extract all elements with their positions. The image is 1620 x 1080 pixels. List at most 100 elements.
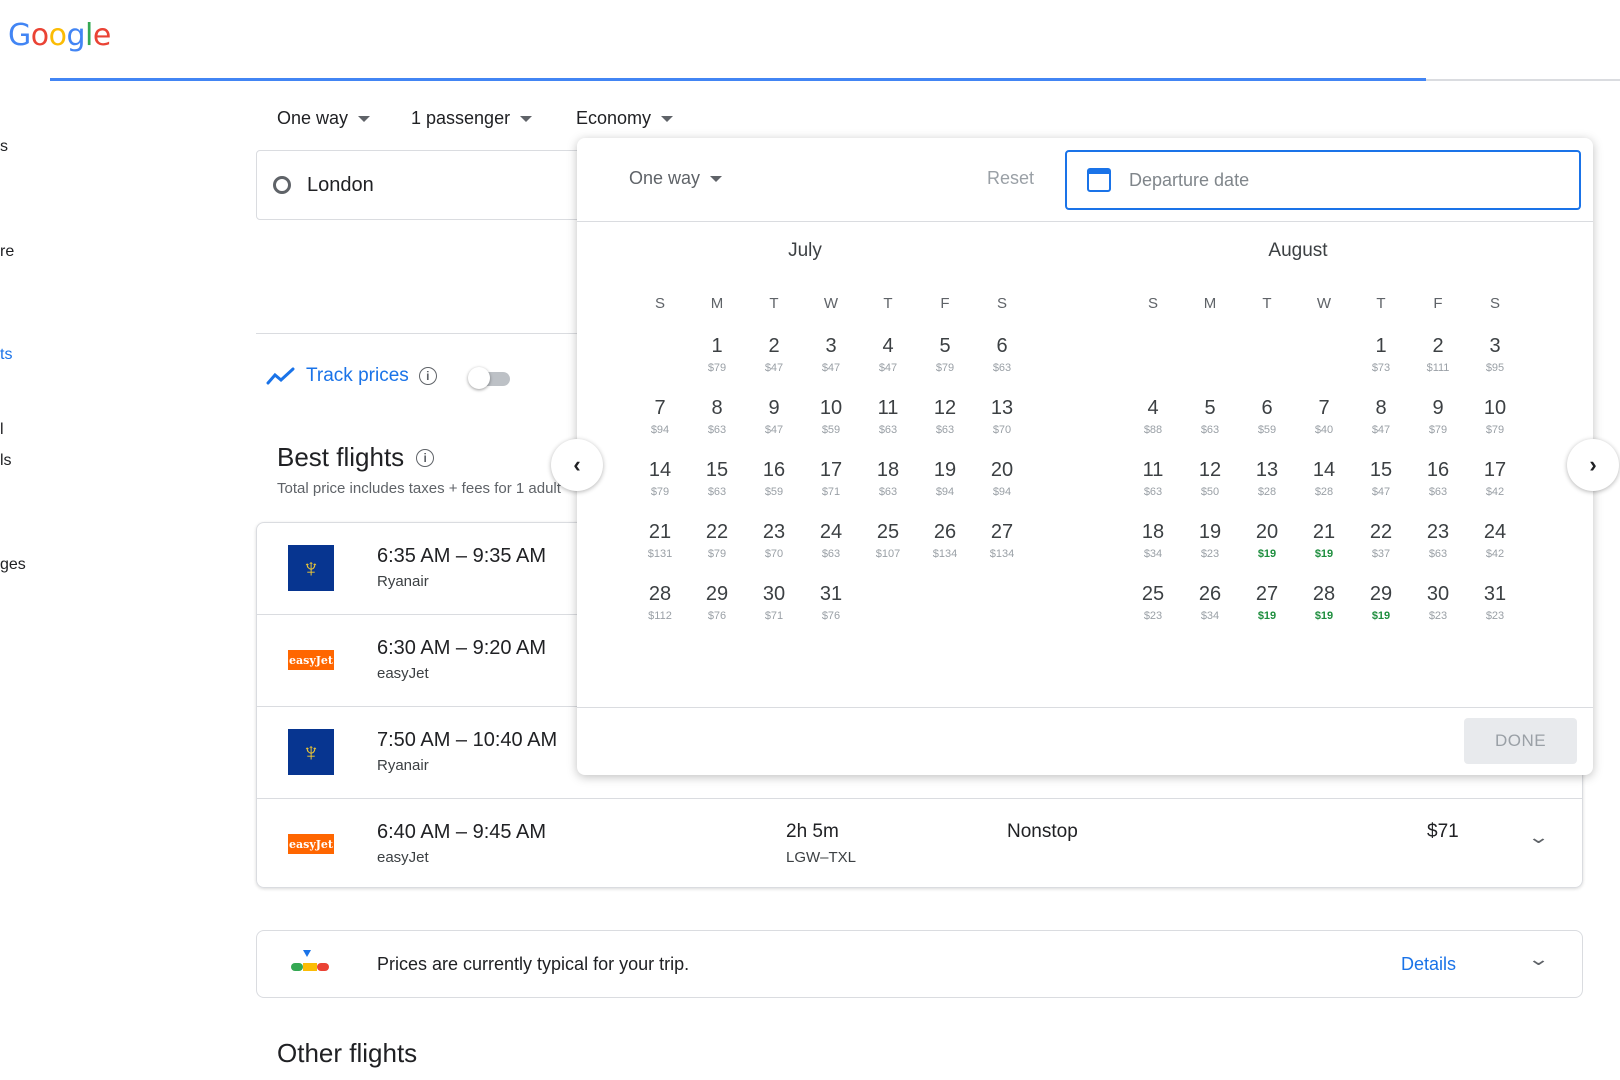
day-number: 6 bbox=[996, 335, 1008, 357]
day-number: 20 bbox=[990, 459, 1014, 481]
calendar-day[interactable]: 31 $23 bbox=[1469, 583, 1521, 622]
calendar-day[interactable]: 12 $63 bbox=[919, 397, 971, 436]
calendar-day[interactable]: 8 $47 bbox=[1355, 397, 1407, 436]
reset-button[interactable]: Reset bbox=[987, 168, 1034, 189]
day-price: $63 bbox=[1428, 548, 1448, 560]
previous-month-button[interactable]: ‹ bbox=[551, 439, 603, 491]
calendar-day[interactable]: 6 $63 bbox=[976, 335, 1028, 374]
calendar-day[interactable]: 11 $63 bbox=[862, 397, 914, 436]
calendar-day[interactable]: 28 $112 bbox=[634, 583, 686, 622]
calendar-day[interactable]: 9 $47 bbox=[748, 397, 800, 436]
calendar-day[interactable]: 3 $47 bbox=[805, 335, 857, 374]
departure-date-input[interactable]: Departure date bbox=[1065, 150, 1581, 210]
calendar-day[interactable]: 9 $79 bbox=[1412, 397, 1464, 436]
calendar-day[interactable]: 13 $28 bbox=[1241, 459, 1293, 498]
calendar-day[interactable]: 12 $50 bbox=[1184, 459, 1236, 498]
calendar-day[interactable]: 25 $23 bbox=[1127, 583, 1179, 622]
passengers-dropdown[interactable]: 1 passenger bbox=[411, 108, 533, 129]
day-number: 2 bbox=[768, 335, 780, 357]
calendar-day[interactable]: 7 $40 bbox=[1298, 397, 1350, 436]
best-flights-title: Best flights bbox=[277, 442, 405, 472]
next-month-button[interactable]: › bbox=[1567, 439, 1619, 491]
calendar-day[interactable]: 19 $23 bbox=[1184, 521, 1236, 560]
calendar-day[interactable]: 17 $71 bbox=[805, 459, 857, 498]
calendar-day[interactable]: 31 $76 bbox=[805, 583, 857, 622]
sidebar-item[interactable]: ges bbox=[0, 556, 26, 574]
calendar-day[interactable]: 21 $19 bbox=[1298, 521, 1350, 560]
flight-row[interactable]: easyJet 6:40 AM – 9:45 AM easyJet 2h 5m … bbox=[257, 799, 1582, 887]
calendar-day[interactable]: 26 $134 bbox=[919, 521, 971, 560]
calendar-day[interactable]: 25 $107 bbox=[862, 521, 914, 560]
best-flights-subtitle: Total price includes taxes + fees for 1 … bbox=[277, 480, 561, 497]
flight-stops: Nonstop bbox=[1007, 821, 1078, 842]
calendar-day[interactable]: 1 $79 bbox=[691, 335, 743, 374]
day-price: $79 bbox=[1428, 424, 1448, 436]
google-logo[interactable]: Google bbox=[8, 18, 111, 53]
calendar-day[interactable]: 4 $47 bbox=[862, 335, 914, 374]
calendar-day[interactable]: 26 $34 bbox=[1184, 583, 1236, 622]
track-prices-toggle[interactable] bbox=[468, 367, 512, 389]
sidebar-item-active[interactable]: ts bbox=[0, 346, 12, 364]
calendar-day[interactable]: 8 $63 bbox=[691, 397, 743, 436]
origin-input[interactable]: London bbox=[256, 150, 596, 220]
done-button[interactable]: DONE bbox=[1464, 718, 1577, 764]
trip-type-dropdown[interactable]: One way bbox=[277, 108, 371, 129]
calendar-day[interactable]: 10 $79 bbox=[1469, 397, 1521, 436]
day-number: 3 bbox=[825, 335, 837, 357]
calendar-day[interactable]: 22 $37 bbox=[1355, 521, 1407, 560]
info-icon[interactable]: i bbox=[418, 367, 437, 385]
calendar-day[interactable]: 30 $23 bbox=[1412, 583, 1464, 622]
calendar-day[interactable]: 7 $94 bbox=[634, 397, 686, 436]
calendar-day[interactable]: 15 $63 bbox=[691, 459, 743, 498]
sidebar-item[interactable]: l bbox=[0, 421, 4, 439]
calendar-day[interactable]: 19 $94 bbox=[919, 459, 971, 498]
sidebar-item[interactable]: ls bbox=[0, 452, 12, 470]
calendar-day[interactable]: 13 $70 bbox=[976, 397, 1028, 436]
sidebar-item[interactable]: re bbox=[0, 243, 14, 261]
calendar-day[interactable]: 3 $95 bbox=[1469, 335, 1521, 374]
calendar-day[interactable]: 29 $76 bbox=[691, 583, 743, 622]
calendar-day[interactable]: 27 $19 bbox=[1241, 583, 1293, 622]
calendar-day[interactable]: 18 $63 bbox=[862, 459, 914, 498]
calendar-day[interactable]: 29 $19 bbox=[1355, 583, 1407, 622]
day-number: 3 bbox=[1489, 335, 1501, 357]
calendar-day[interactable]: 24 $63 bbox=[805, 521, 857, 560]
chevron-down-icon[interactable]: ⌄ bbox=[1527, 949, 1550, 970]
calendar-day[interactable]: 5 $79 bbox=[919, 335, 971, 374]
sidebar-item[interactable]: s bbox=[0, 138, 8, 156]
calendar-day[interactable]: 21 $131 bbox=[634, 521, 686, 560]
calendar-day[interactable]: 11 $63 bbox=[1127, 459, 1179, 498]
calendar-day[interactable]: 2 $111 bbox=[1412, 335, 1464, 374]
calendar-day[interactable]: 23 $63 bbox=[1412, 521, 1464, 560]
calendar-day[interactable]: 28 $19 bbox=[1298, 583, 1350, 622]
airline: easyJet bbox=[377, 849, 429, 866]
calendar-day[interactable]: 27 $134 bbox=[976, 521, 1028, 560]
calendar-day[interactable]: 24 $42 bbox=[1469, 521, 1521, 560]
trip-type-dropdown[interactable]: One way bbox=[629, 168, 723, 189]
info-icon[interactable]: i bbox=[416, 448, 435, 467]
cabin-dropdown[interactable]: Economy bbox=[576, 108, 674, 129]
chevron-down-icon[interactable]: ⌄ bbox=[1527, 827, 1550, 848]
calendar-day[interactable]: 20 $19 bbox=[1241, 521, 1293, 560]
calendar-day[interactable]: 14 $28 bbox=[1298, 459, 1350, 498]
calendar-day[interactable]: 5 $63 bbox=[1184, 397, 1236, 436]
calendar-day[interactable]: 16 $59 bbox=[748, 459, 800, 498]
calendar-day[interactable]: 1 $73 bbox=[1355, 335, 1407, 374]
day-price: $134 bbox=[989, 548, 1015, 560]
calendar-day[interactable]: 30 $71 bbox=[748, 583, 800, 622]
calendar-day[interactable]: 10 $59 bbox=[805, 397, 857, 436]
calendar-day[interactable]: 4 $88 bbox=[1127, 397, 1179, 436]
calendar-day[interactable]: 2 $47 bbox=[748, 335, 800, 374]
trip-type-label: One way bbox=[629, 168, 701, 188]
details-link[interactable]: Details bbox=[1401, 954, 1456, 975]
calendar-day[interactable]: 6 $59 bbox=[1241, 397, 1293, 436]
day-price: $63 bbox=[821, 548, 841, 560]
calendar-day[interactable]: 22 $79 bbox=[691, 521, 743, 560]
calendar-day[interactable]: 23 $70 bbox=[748, 521, 800, 560]
calendar-day[interactable]: 20 $94 bbox=[976, 459, 1028, 498]
calendar-day[interactable]: 15 $47 bbox=[1355, 459, 1407, 498]
calendar-day[interactable]: 14 $79 bbox=[634, 459, 686, 498]
calendar-day[interactable]: 18 $34 bbox=[1127, 521, 1179, 560]
calendar-day[interactable]: 17 $42 bbox=[1469, 459, 1521, 498]
calendar-day[interactable]: 16 $63 bbox=[1412, 459, 1464, 498]
